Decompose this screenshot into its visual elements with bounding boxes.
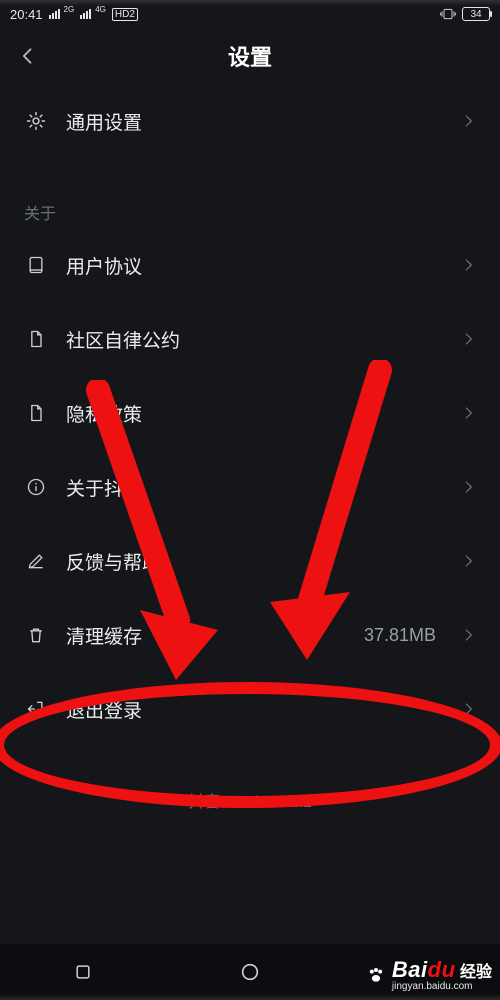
chevron-right-icon: [460, 405, 476, 421]
vibrate-icon: [440, 8, 456, 20]
version-text: 抖音 version8.1.1: [0, 788, 500, 812]
chevron-right-icon: [460, 331, 476, 347]
row-community-convention[interactable]: 社区自律公约: [0, 302, 500, 376]
signal-bars-1-icon: [49, 9, 60, 19]
square-icon: [73, 962, 93, 982]
header: 设置: [0, 28, 500, 84]
book-icon: [24, 253, 48, 277]
row-label: 关于抖音: [66, 474, 442, 501]
section-about-label: 关于: [0, 176, 500, 228]
nav-home-button[interactable]: [230, 952, 270, 992]
hd-badge: HD2: [112, 8, 138, 21]
info-icon: [24, 475, 48, 499]
row-clear-cache[interactable]: 清理缓存 37.81MB: [0, 598, 500, 672]
gear-icon: [24, 109, 48, 133]
nav-recent-button[interactable]: [63, 952, 103, 992]
watermark-url: jingyan.baidu.com: [392, 981, 492, 992]
watermark-brand: Baidu: [392, 957, 456, 982]
net-4g-label: 4G: [95, 5, 106, 14]
watermark: Baidu 经验 jingyan.baidu.com: [366, 957, 492, 992]
signal-bars-2-icon: [80, 9, 91, 19]
chevron-right-icon: [460, 257, 476, 273]
circle-icon: [239, 961, 261, 983]
file-icon: [24, 401, 48, 425]
row-label: 用户协议: [66, 252, 442, 279]
logout-icon: [24, 697, 48, 721]
chevron-right-icon: [460, 553, 476, 569]
row-about-app[interactable]: 关于抖音: [0, 450, 500, 524]
watermark-cn: 经验: [460, 964, 492, 981]
status-bar: 20:41 2G 4G HD2 34: [0, 0, 500, 28]
chevron-right-icon: [460, 479, 476, 495]
battery-icon: 34: [462, 7, 490, 21]
cache-size-value: 37.81MB: [364, 625, 436, 646]
chevron-right-icon: [460, 701, 476, 717]
chevron-right-icon: [460, 113, 476, 129]
row-user-agreement[interactable]: 用户协议: [0, 228, 500, 302]
battery-percent: 34: [470, 9, 481, 20]
row-label: 隐私政策: [66, 400, 442, 427]
row-privacy-policy[interactable]: 隐私政策: [0, 376, 500, 450]
row-label: 清理缓存: [66, 622, 346, 649]
row-label: 反馈与帮助: [66, 548, 442, 575]
chevron-right-icon: [460, 627, 476, 643]
row-feedback-help[interactable]: 反馈与帮助: [0, 524, 500, 598]
row-general-settings[interactable]: 通用设置: [0, 84, 500, 158]
net-2g-label: 2G: [64, 5, 75, 14]
paw-icon: [366, 965, 386, 985]
back-button[interactable]: [12, 40, 44, 72]
row-label: 退出登录: [66, 696, 442, 723]
row-label: 通用设置: [66, 108, 442, 135]
file-icon: [24, 327, 48, 351]
trash-icon: [24, 623, 48, 647]
page-title: 设置: [228, 40, 272, 72]
row-logout[interactable]: 退出登录: [0, 672, 500, 746]
row-label: 社区自律公约: [66, 326, 442, 353]
chevron-left-icon: [18, 46, 38, 66]
status-time: 20:41: [10, 7, 43, 22]
pencil-icon: [24, 549, 48, 573]
